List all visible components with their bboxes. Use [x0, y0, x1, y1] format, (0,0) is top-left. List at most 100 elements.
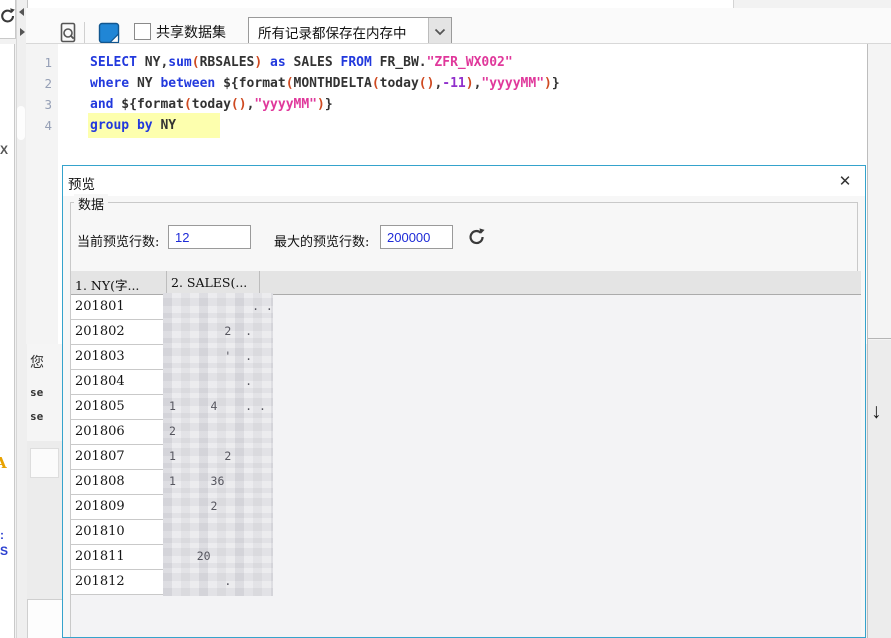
ny-cell[interactable]: 201803 [71, 345, 167, 370]
ny-cell[interactable]: 201805 [71, 395, 167, 420]
cutoff-glyph-colon: : [0, 528, 4, 542]
sales-cell[interactable]: . [163, 368, 273, 396]
line-number: 4 [44, 118, 52, 133]
preview-table[interactable]: 1. NY(字... 2. SALES(... 201801 . . 201802 … [70, 271, 861, 637]
scroll-down-arrow[interactable]: ↓ [871, 400, 882, 424]
censored-value: . [163, 368, 273, 396]
ny-cell[interactable]: 201807 [71, 445, 167, 470]
censored-value: 1 4 . . [163, 393, 273, 421]
code-line[interactable]: 3 and ${format(today(),"yyyyMM")} [26, 94, 891, 115]
censored-peek-digits: ' . [169, 349, 253, 363]
table-row[interactable]: 201812 . [71, 568, 861, 596]
dialog-title: 预览 [68, 177, 95, 193]
table-body[interactable]: 201801 . . 201802 2 . 201803 ' . 201804 . 20… [71, 293, 861, 596]
code-text: group by NY [90, 115, 218, 136]
dialog-titlebar[interactable]: 预览 ✕ [63, 166, 865, 196]
code-line[interactable]: 1 SELECT NY,sum(RBSALES) as SALES FROM FR… [26, 52, 891, 73]
table-row[interactable]: 201808 1 36 [71, 468, 861, 496]
table-row[interactable]: 201801 . . [71, 293, 861, 321]
ny-cell[interactable]: 201801 [71, 295, 167, 320]
sales-cell[interactable]: 1 2 [163, 443, 273, 471]
table-row[interactable]: 201804 . [71, 368, 861, 396]
censored-value: 1 36 [163, 468, 273, 496]
censored-value: 1 2 [163, 443, 273, 471]
censored-peek-digits: 2 [169, 424, 176, 438]
scrollbar-thumb[interactable] [17, 106, 25, 140]
refresh-preview-button[interactable] [467, 227, 487, 247]
collapse-right-icon[interactable] [20, 28, 25, 36]
cutoff-glyph-x: X [0, 143, 9, 157]
ny-cell[interactable]: 201808 [71, 470, 167, 495]
censored-value: . [163, 568, 273, 596]
sales-cell[interactable]: 1 4 . . [163, 393, 273, 421]
column-header[interactable]: 1. NY(字... [71, 271, 167, 294]
cutoff-glyph-s: S [0, 544, 9, 558]
app-screen: X A : S 图 您 se se [0, 0, 891, 638]
current-rows-label: 当前预览行数: [77, 235, 160, 250]
table-row[interactable]: 201809 2 [71, 493, 861, 521]
chevron-down-icon[interactable] [428, 18, 451, 45]
censored-value: 2 [163, 418, 273, 446]
ny-cell[interactable]: 201804 [71, 370, 167, 395]
sales-cell[interactable]: 1 36 [163, 468, 273, 496]
table-row[interactable]: 201803 ' . [71, 343, 861, 371]
table-row[interactable]: 201806 2 [71, 418, 861, 446]
sales-cell[interactable]: 2 [163, 493, 273, 521]
hint-text-se2: se [30, 410, 44, 423]
preview-dataset-icon [58, 21, 79, 45]
code-text: where NY between ${format(MONTHDELTA(tod… [90, 76, 560, 91]
shared-dataset-checkbox[interactable] [134, 23, 151, 40]
table-row[interactable]: 201811 20 [71, 543, 861, 571]
panel-bottom-box [27, 599, 64, 638]
censored-value [163, 518, 273, 546]
sales-cell[interactable]: 20 [163, 543, 273, 571]
table-header-row[interactable]: 1. NY(字... 2. SALES(... [71, 271, 861, 295]
max-rows-input[interactable]: 200000 [380, 225, 453, 249]
collapse-left-icon[interactable] [19, 8, 24, 16]
ny-cell[interactable]: 201802 [71, 320, 167, 345]
censored-value: 2 . [163, 318, 273, 346]
ny-cell[interactable]: 201809 [71, 495, 167, 520]
table-row[interactable]: 201802 2 . [71, 318, 861, 346]
ny-cell[interactable]: 201812 [71, 570, 167, 595]
code-line[interactable]: 2 where NY between ${format(MONTHDELTA(to… [26, 73, 891, 94]
sales-cell[interactable]: . . [163, 293, 273, 321]
line-number: 2 [44, 76, 52, 91]
column-header[interactable]: 2. SALES(... [167, 271, 260, 294]
scrollbar-thumb[interactable] [30, 448, 59, 478]
censored-peek-digits: 2 . [169, 324, 253, 338]
sales-cell[interactable]: . [163, 568, 273, 596]
sales-cell[interactable]: 2 [163, 418, 273, 446]
shared-dataset-label: 共享数据集 [156, 24, 226, 40]
censored-value: ' . [163, 343, 273, 371]
censored-peek-digits: . . [169, 299, 273, 313]
code-line[interactable]: 4 group by NY [26, 115, 891, 136]
ny-cell[interactable]: 201811 [71, 545, 167, 570]
ny-cell[interactable]: 201806 [71, 420, 167, 445]
censored-peek-digits: 1 2 [169, 449, 232, 463]
close-icon[interactable]: ✕ [835, 171, 855, 191]
ny-cell[interactable]: 201810 [71, 520, 167, 545]
code-text: and ${format(today(),"yyyyMM")} [90, 97, 333, 112]
refresh-button[interactable] [0, 0, 16, 39]
table-row[interactable]: 201807 1 2 [71, 443, 861, 471]
line-number: 1 [44, 55, 52, 70]
censored-peek-digits: . [169, 574, 232, 588]
line-number: 3 [44, 97, 52, 112]
censored-peek-digits: 1 4 . . [169, 399, 266, 413]
current-rows-input[interactable]: 12 [168, 225, 251, 249]
censored-peek-digits: 1 36 [169, 474, 225, 488]
censored-peek-digits: . [169, 374, 253, 388]
censored-value: . . [163, 293, 273, 321]
save-button[interactable] [96, 19, 122, 46]
table-row[interactable]: 201805 1 4 . . [71, 393, 861, 421]
preview-dialog: 预览 ✕ 数据 当前预览行数: 12 最大的预览行数: 200000 1. NY… [62, 165, 866, 638]
sql-code[interactable]: 1 SELECT NY,sum(RBSALES) as SALES FROM FR… [26, 52, 891, 136]
sales-cell[interactable] [163, 518, 273, 546]
refresh-icon [0, 7, 17, 25]
sales-cell[interactable]: 2 . [163, 318, 273, 346]
sales-cell[interactable]: ' . [163, 343, 273, 371]
table-row[interactable]: 201810 [71, 518, 861, 546]
censored-value: 20 [163, 543, 273, 571]
storage-mode-dropdown[interactable]: 所有记录都保存在内存中 [248, 17, 452, 46]
